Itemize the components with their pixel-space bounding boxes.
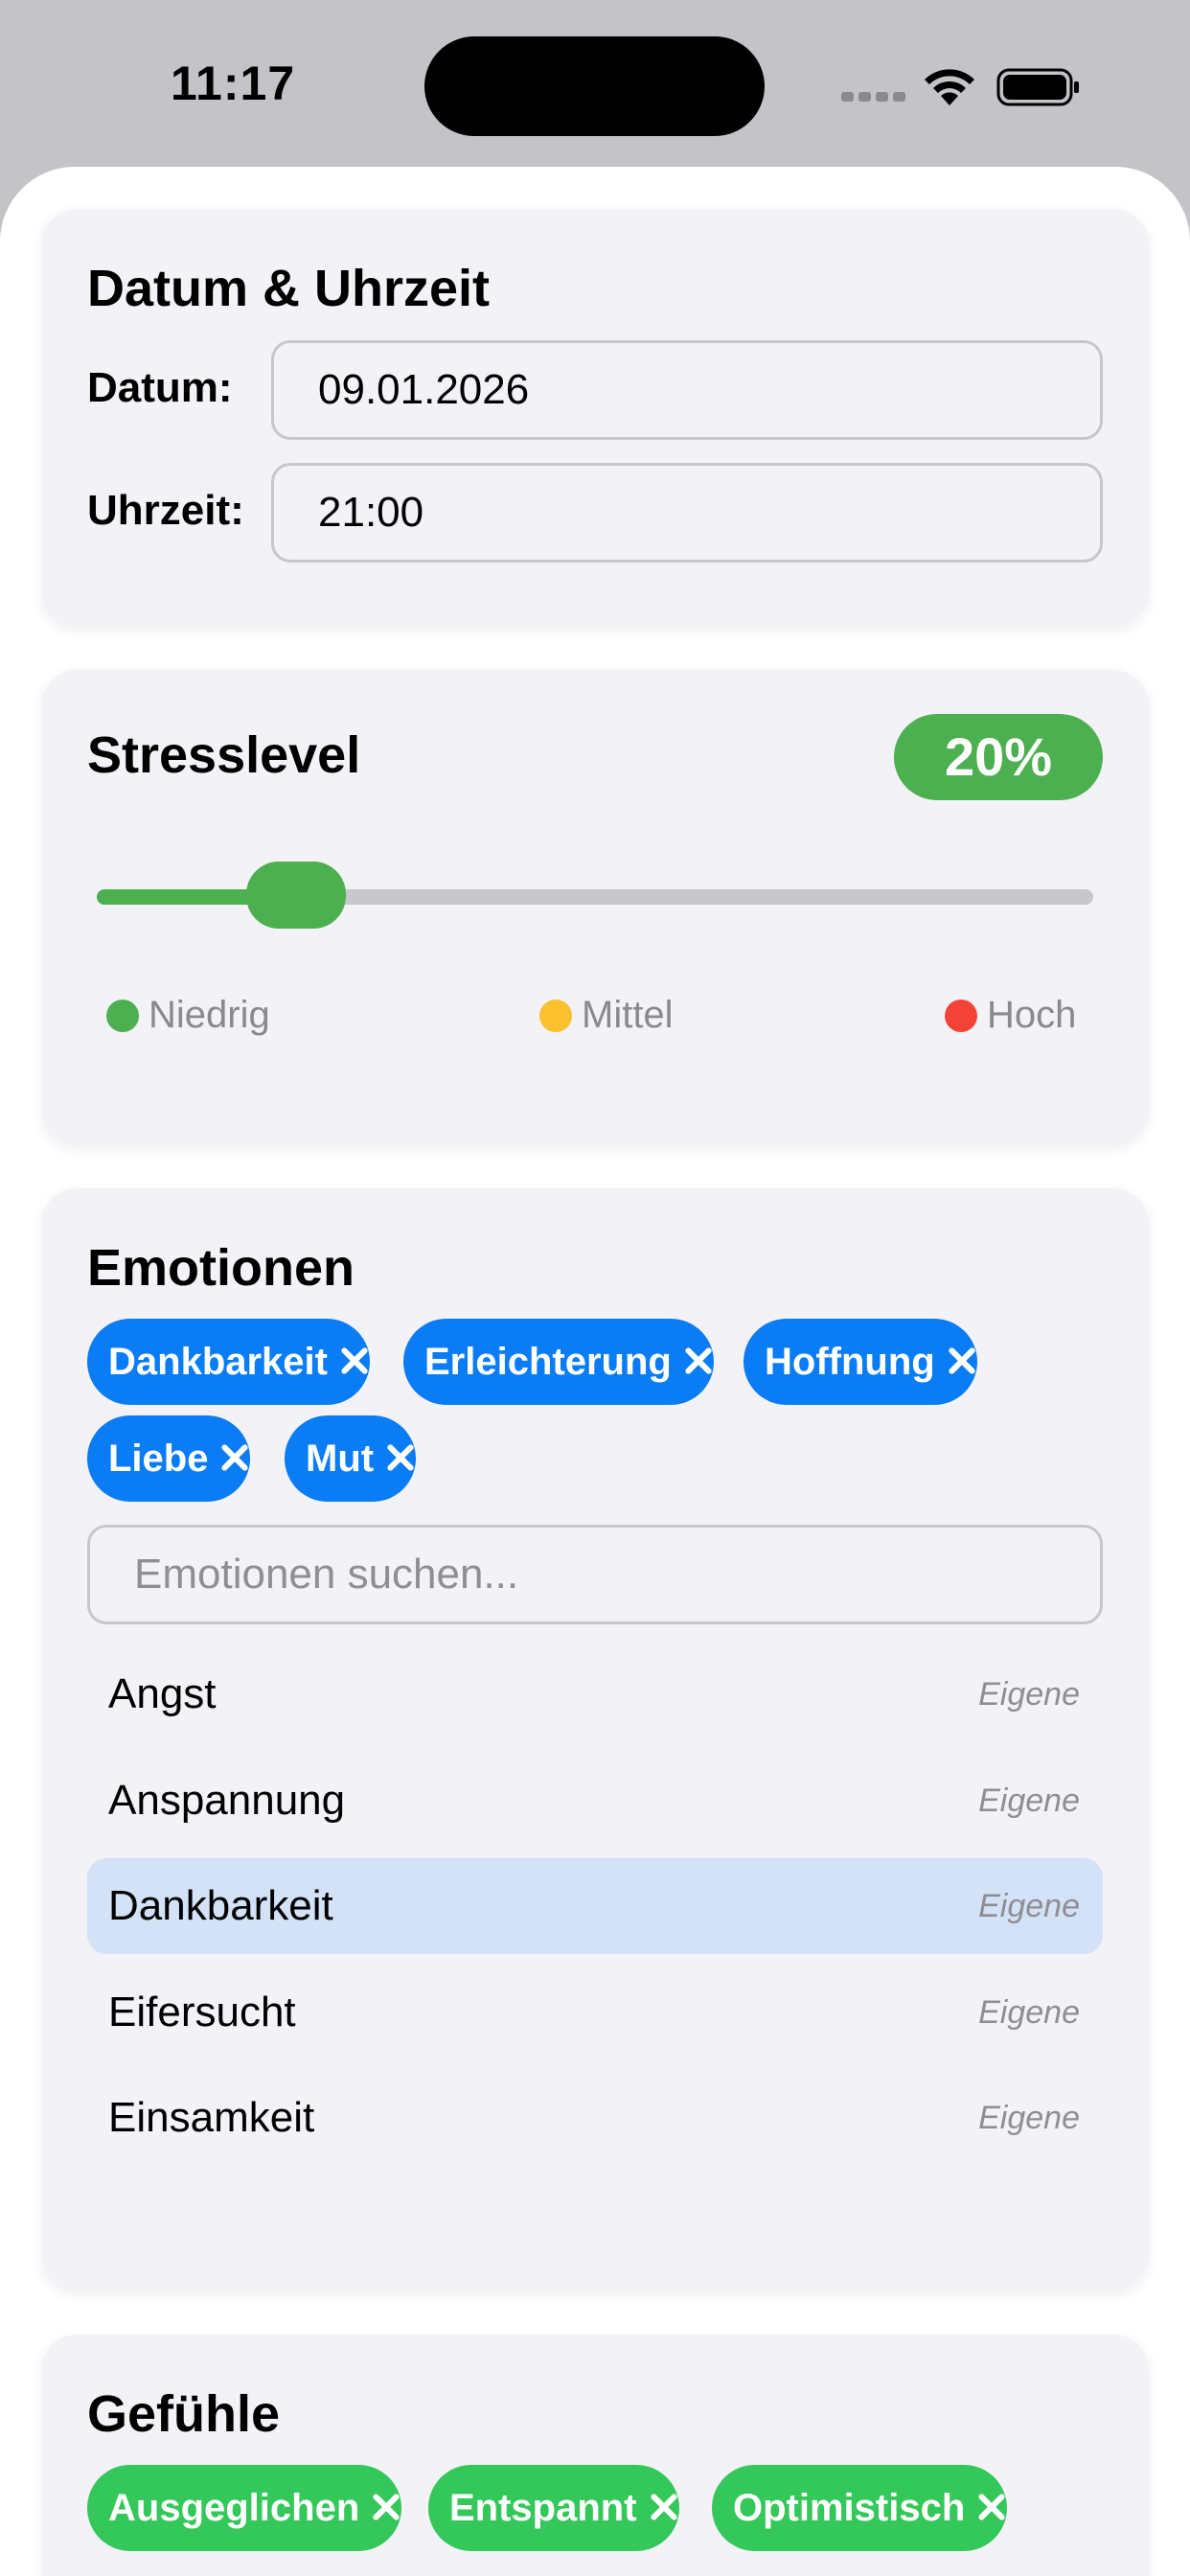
emotion-list-tag: Eigene <box>978 2100 1080 2136</box>
emotion-chip-label: Erleichterung <box>424 1341 672 1383</box>
emotions-title: Emotionen <box>87 1239 355 1297</box>
date-time-title: Datum & Uhrzeit <box>87 260 491 317</box>
date-label: Datum: <box>87 364 233 411</box>
emotion-list-item[interactable]: Eifersucht Eigene <box>87 1965 1103 2060</box>
remove-icon[interactable] <box>371 2492 401 2522</box>
emotion-list-label: Angst <box>108 1670 217 1717</box>
stress-slider-thumb[interactable] <box>246 862 346 929</box>
date-time-card: Datum & Uhrzeit Datum: 09.01.2026 Uhrzei… <box>41 209 1149 627</box>
emotion-chip-label: Liebe <box>108 1438 209 1480</box>
legend-low: Niedrig <box>106 994 270 1037</box>
legend-high-label: Hoch <box>987 994 1077 1036</box>
emotion-chip-label: Hoffnung <box>765 1341 935 1383</box>
stress-card: Stresslevel 20% Niedrig Mittel Hoch <box>41 670 1149 1145</box>
battery-icon <box>996 68 1079 106</box>
feeling-chip[interactable]: Entspannt <box>428 2465 679 2551</box>
remove-icon[interactable] <box>385 1442 416 1473</box>
emotion-list-label: Eifersucht <box>108 1989 296 2036</box>
legend-low-label: Niedrig <box>149 994 270 1036</box>
stress-percent-badge: 20% <box>894 714 1103 800</box>
emotion-chip-label: Mut <box>306 1438 375 1480</box>
remove-icon[interactable] <box>683 1346 714 1376</box>
emotion-search-input[interactable] <box>87 1525 1103 1624</box>
status-time: 11:17 <box>171 57 296 110</box>
feelings-title: Gefühle <box>87 2385 281 2443</box>
legend-medium-label: Mittel <box>582 994 674 1036</box>
stress-title: Stresslevel <box>87 726 361 784</box>
low-dot-icon <box>106 999 139 1032</box>
time-field[interactable]: 21:00 <box>271 463 1103 563</box>
emotion-chip[interactable]: Liebe <box>87 1415 251 1502</box>
remove-icon[interactable] <box>976 2492 1007 2522</box>
feelings-card: Gefühle Ausgeglichen Entspannt Optimisti… <box>41 2334 1149 2576</box>
remove-icon[interactable] <box>219 1442 250 1473</box>
remove-icon[interactable] <box>947 1346 977 1376</box>
emotion-chip-label: Dankbarkeit <box>108 1341 328 1383</box>
legend-high: Hoch <box>945 994 1076 1037</box>
emotion-chip[interactable]: Dankbarkeit <box>87 1319 370 1405</box>
emotion-list-tag: Eigene <box>978 1782 1080 1819</box>
emotion-list-label: Anspannung <box>108 1777 346 1824</box>
emotion-list-item[interactable]: Einsamkeit Eigene <box>87 2070 1103 2166</box>
medium-dot-icon <box>539 999 572 1032</box>
high-dot-icon <box>945 999 977 1032</box>
emotion-chip[interactable]: Hoffnung <box>744 1319 977 1405</box>
time-label: Uhrzeit: <box>87 487 244 534</box>
feeling-chip[interactable]: Ausgeglichen <box>87 2465 402 2551</box>
emotion-list-label: Dankbarkeit <box>108 1882 333 1929</box>
cellular-signal-icon <box>841 92 905 105</box>
emotion-list-label: Einsamkeit <box>108 2094 315 2141</box>
status-bar: 11:17 <box>0 0 1190 168</box>
feeling-chip-label: Ausgeglichen <box>108 2487 360 2529</box>
emotion-chip[interactable]: Mut <box>285 1415 417 1502</box>
legend-medium: Mittel <box>539 994 674 1037</box>
emotion-chip[interactable]: Erleichterung <box>403 1319 714 1405</box>
emotion-list-tag: Eigene <box>978 1676 1080 1713</box>
date-field[interactable]: 09.01.2026 <box>271 340 1103 440</box>
remove-icon[interactable] <box>339 1346 370 1376</box>
wifi-icon <box>925 69 974 105</box>
emotion-list-item[interactable]: Angst Eigene <box>87 1646 1103 1742</box>
emotion-list-item-selected[interactable]: Dankbarkeit Eigene <box>87 1858 1103 1954</box>
emotion-list-tag: Eigene <box>978 1994 1080 2031</box>
emotions-card: Emotionen Dankbarkeit Erleichterung Hoff… <box>41 1188 1149 2290</box>
remove-icon[interactable] <box>649 2492 679 2522</box>
feeling-chip-label: Optimistisch <box>733 2487 966 2529</box>
feeling-chip[interactable]: Optimistisch <box>712 2465 1008 2551</box>
emotion-list-item[interactable]: Anspannung Eigene <box>87 1753 1103 1849</box>
emotion-list-tag: Eigene <box>978 1888 1080 1924</box>
feeling-chip-label: Entspannt <box>449 2487 637 2529</box>
dynamic-island <box>424 36 765 136</box>
